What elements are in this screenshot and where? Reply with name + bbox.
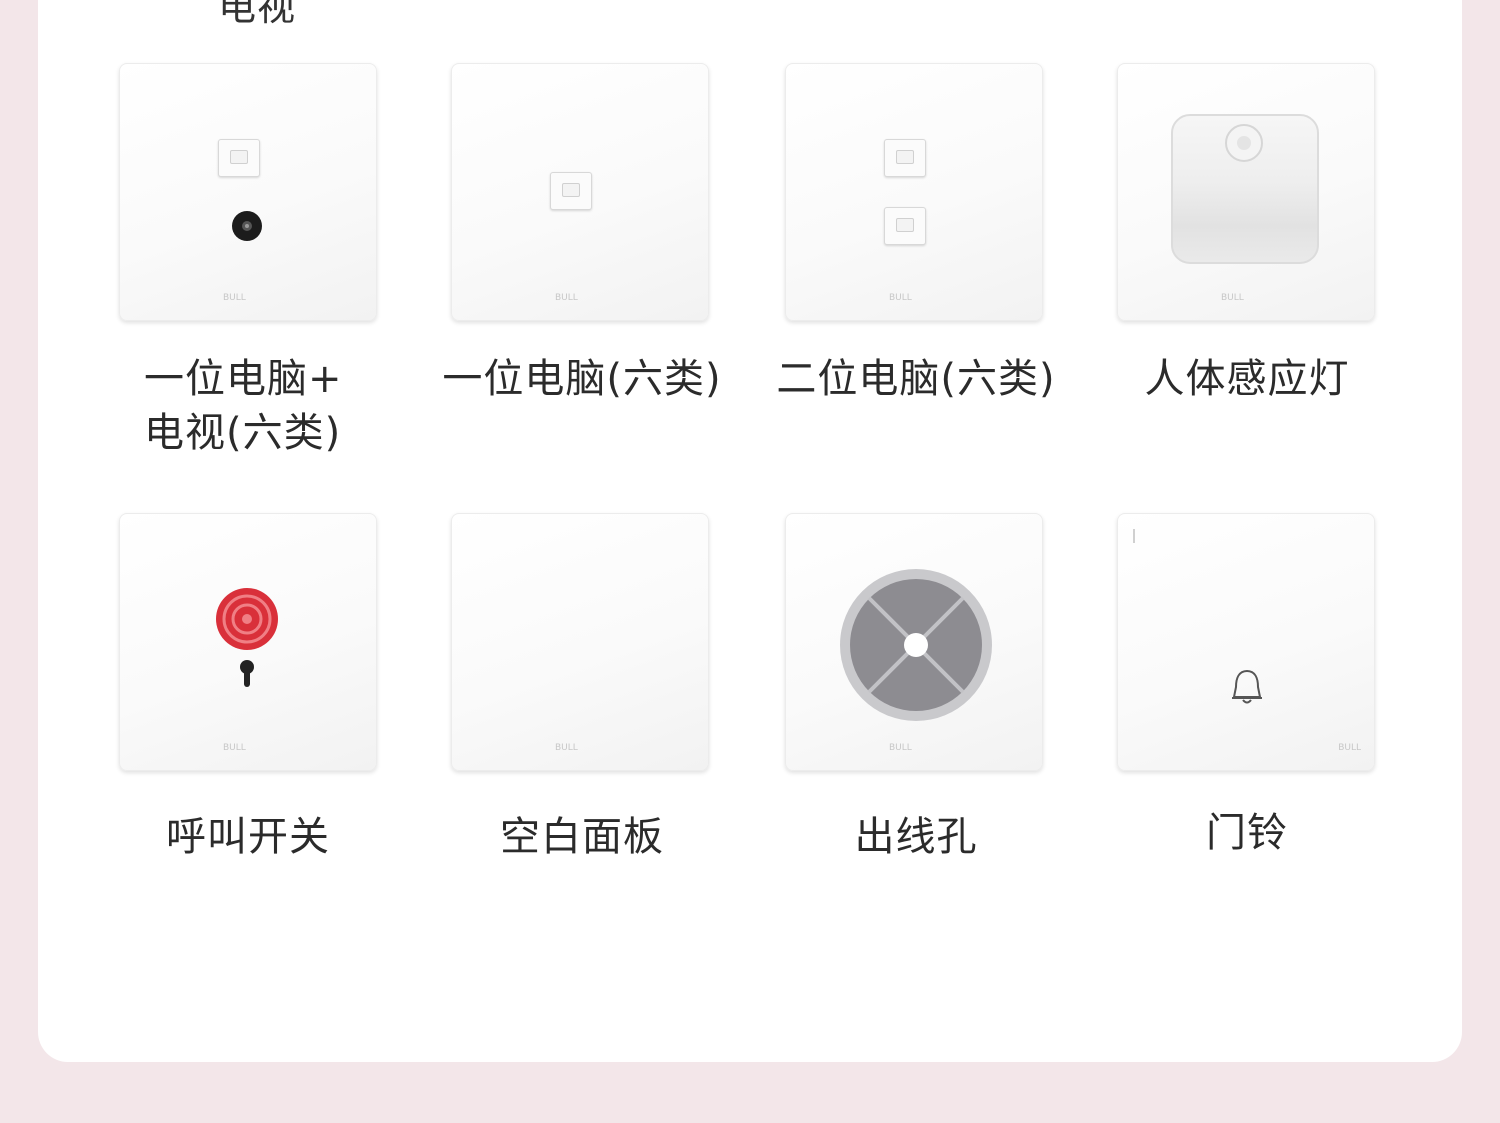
- brand-logo: BULL: [1221, 293, 1244, 303]
- brand-logo: BULL: [223, 743, 246, 753]
- computer-port-icon: [884, 139, 926, 177]
- product-panel-call-switch[interactable]: BULL: [119, 513, 377, 771]
- call-switch-icon: [216, 588, 278, 687]
- brand-logo: BULL: [555, 293, 578, 303]
- product-panel-cable-outlet[interactable]: BULL: [785, 513, 1043, 771]
- product-label-blank: 空白面板: [500, 814, 664, 860]
- product-panel-single-computer[interactable]: BULL: [451, 63, 709, 321]
- cable-outlet-icon: [840, 569, 992, 721]
- product-label-single-computer: 一位电脑(六类): [442, 356, 722, 402]
- product-panel-blank[interactable]: BULL: [451, 513, 709, 771]
- indicator-mark: [1133, 529, 1135, 543]
- motion-sensor-light-icon: [1171, 114, 1319, 264]
- computer-port-icon: [550, 172, 592, 210]
- brand-logo: BULL: [1338, 743, 1361, 753]
- brand-logo: BULL: [889, 743, 912, 753]
- product-label-cable-outlet: 出线孔: [854, 814, 978, 860]
- doorbell-icon: [1232, 669, 1262, 704]
- product-panel-motion-sensor[interactable]: BULL: [1117, 63, 1375, 321]
- product-panel-doorbell[interactable]: BULL: [1117, 513, 1375, 771]
- product-label-doorbell: 门铃: [1206, 810, 1288, 856]
- computer-port-icon: [218, 139, 260, 177]
- product-label-motion-sensor: 人体感应灯: [1144, 356, 1350, 402]
- computer-port-icon: [884, 207, 926, 245]
- brand-logo: BULL: [555, 743, 578, 753]
- brand-logo: BULL: [223, 293, 246, 303]
- tv-socket-icon: [232, 211, 262, 241]
- top-partial-label: 电视: [218, 0, 297, 29]
- product-panel-computer-tv[interactable]: BULL: [119, 63, 377, 321]
- product-label-call-switch: 呼叫开关: [166, 814, 330, 860]
- label-line-2: 电视(六类): [144, 410, 342, 456]
- brand-logo: BULL: [889, 293, 912, 303]
- product-panel-double-computer[interactable]: BULL: [785, 63, 1043, 321]
- product-label-double-computer: 二位电脑(六类): [776, 356, 1056, 402]
